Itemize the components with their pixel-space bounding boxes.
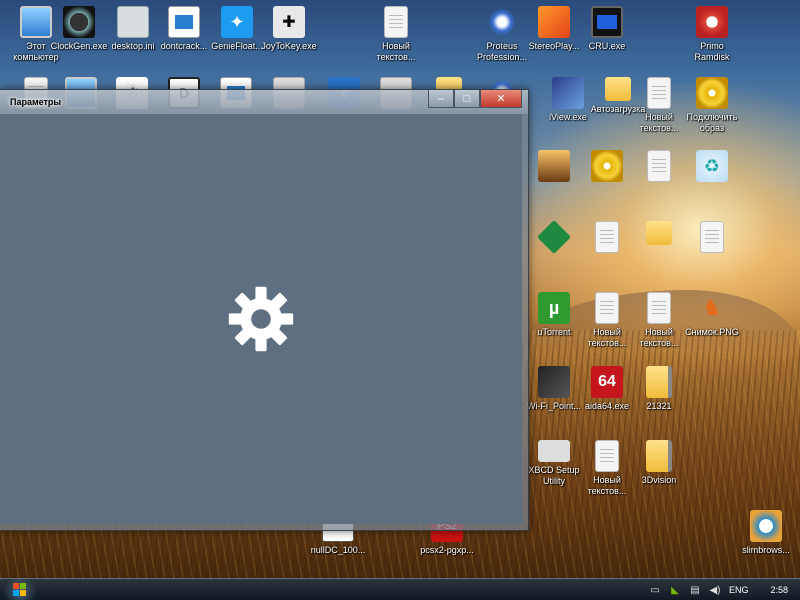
window-content: [0, 114, 522, 524]
text-file-6-icon: [595, 292, 619, 324]
aida64-icon: 64: [591, 366, 623, 398]
desktop-shortcut-label: pcsx2-pgxp...: [420, 545, 474, 555]
window-controls: – □ ✕: [428, 90, 522, 108]
desktop-shortcut-label: Новый текстов...: [587, 327, 627, 348]
slimbrowser-icon: [750, 510, 782, 542]
window-title: Параметры: [10, 97, 62, 107]
text-file-7-icon: [647, 292, 671, 324]
cru-icon: [591, 6, 623, 38]
tray-app-icon[interactable]: ▭: [649, 585, 661, 596]
desktop-shortcut[interactable]: CRU.exe: [571, 6, 643, 52]
close-button[interactable]: ✕: [480, 90, 522, 108]
wifi-point-icon: [538, 366, 570, 398]
geniefloat-icon: ✦: [221, 6, 253, 38]
folder-2-icon: [646, 221, 672, 245]
desktop-shortcut-label: 21321: [646, 401, 672, 411]
clockgen-icon: [63, 6, 95, 38]
desktop-shortcut[interactable]: slimbrows...: [730, 510, 800, 556]
primo-ramdisk-icon: [696, 6, 728, 38]
system-tray: ▭ ◣ ▤ ◀) ENG 2:58: [649, 579, 800, 600]
volume-icon[interactable]: ◀): [709, 585, 721, 596]
start-button[interactable]: [0, 578, 40, 600]
disc-icon: [591, 150, 623, 182]
desktop-shortcut-label: nullDC_100...: [310, 545, 366, 555]
desktop-shortcut[interactable]: [676, 221, 748, 253]
minimize-button[interactable]: –: [428, 90, 454, 108]
desktop-shortcut-label: uTorrent: [537, 327, 571, 337]
taskbar: ▭ ◣ ▤ ◀) ENG 2:58: [0, 578, 800, 600]
desktop-shortcut-label: CRU.exe: [588, 41, 626, 51]
photo-icon: [538, 150, 570, 182]
window-titlebar[interactable]: Параметры – □ ✕: [0, 90, 528, 114]
desktop-shortcut-label: Новый текстов...: [639, 112, 679, 133]
text-file-8-icon: [595, 440, 619, 472]
stereoplayer-icon: [538, 6, 570, 38]
clock[interactable]: 2:58: [770, 585, 788, 595]
text-file-2-icon: [647, 77, 671, 109]
desktop-shortcut-label: Подключить образ: [686, 112, 738, 133]
desktop-shortcut[interactable]: ♞ Снимок.PNG: [676, 292, 748, 338]
proteus-icon: [486, 6, 518, 38]
desktop-shortcut[interactable]: ♻: [676, 150, 748, 182]
desktop-shortcut[interactable]: Новый текстов...: [360, 6, 432, 63]
desktop-shortcut[interactable]: Primo Ramdisk: [676, 6, 748, 63]
desktop-shortcut-label: 3Dvision: [641, 475, 677, 485]
desktop-shortcut[interactable]: ✚ JoyToKey.exe: [253, 6, 325, 52]
gear-icon: [228, 286, 294, 352]
text-file-1-icon: [384, 6, 408, 38]
desktop-shortcut-label: Снимок.PNG: [685, 327, 739, 337]
language-indicator[interactable]: ENG: [729, 585, 749, 595]
dontcrack-icon: [168, 6, 200, 38]
x360ce-icon: [538, 440, 570, 462]
text-file-5-icon: [700, 221, 724, 253]
green-cube-icon: [537, 220, 571, 254]
desktop-shortcut-label: Primo Ramdisk: [694, 41, 730, 62]
desktop-shortcut-label: Новый текстов...: [376, 41, 416, 62]
text-file-3-icon: [647, 150, 671, 182]
joytokey-icon: ✚: [273, 6, 305, 38]
imgview-icon: [552, 77, 584, 109]
recycle-bin-icon: ♻: [696, 150, 728, 182]
settings-window[interactable]: Параметры – □ ✕: [0, 89, 529, 531]
desktop-shortcut[interactable]: 21321: [623, 366, 695, 412]
maximize-button[interactable]: □: [454, 90, 480, 108]
windows-logo-icon: [13, 582, 26, 596]
screenshot-png-icon: ♞: [702, 295, 722, 320]
mount-image-icon: [696, 77, 728, 109]
desktop-shortcut[interactable]: Подключить образ: [676, 77, 748, 134]
text-file-4-icon: [595, 221, 619, 253]
archive-3dvision-icon: [646, 440, 672, 472]
network-icon[interactable]: ▤: [689, 585, 701, 596]
nvidia-icon[interactable]: ◣: [669, 585, 681, 596]
utorrent-icon: µ: [538, 292, 570, 324]
desktop-shortcut-label: Новый текстов...: [639, 327, 679, 348]
desktop-ini-icon: [117, 6, 149, 38]
desktop-shortcut[interactable]: 3Dvision: [623, 440, 695, 486]
archive-21321-icon: [646, 366, 672, 398]
desktop-shortcut-label: JoyToKey.exe: [261, 41, 317, 51]
desktop-shortcut-label: slimbrows...: [742, 545, 790, 555]
desktop-shortcut-label: Новый текстов...: [587, 475, 627, 496]
